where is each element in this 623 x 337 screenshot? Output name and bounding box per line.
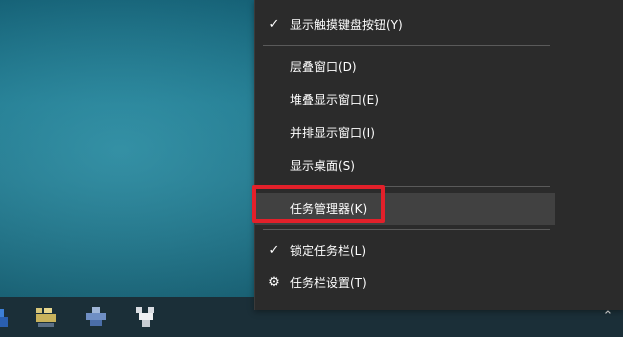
taskbar-app-icon[interactable] [34, 305, 58, 329]
taskbar-app-icon[interactable] [134, 305, 158, 329]
menu-separator [263, 45, 550, 46]
check-icon: ✓ [268, 17, 280, 32]
menu-item-label: 显示桌面(S) [290, 159, 355, 173]
taskbar-app-icon[interactable] [0, 305, 10, 329]
menu-separator [263, 229, 550, 230]
menu-item-label: 任务栏设置(T) [290, 276, 367, 290]
check-icon: ✓ [268, 243, 280, 258]
menu-item-show-desktop[interactable]: 显示桌面(S) [255, 150, 555, 182]
menu-item-lock-taskbar[interactable]: ✓ 锁定任务栏(L) [255, 235, 555, 267]
menu-item-label: 堆叠显示窗口(E) [290, 93, 379, 107]
menu-separator [263, 186, 550, 187]
menu-item-stack-windows[interactable]: 堆叠显示窗口(E) [255, 84, 555, 116]
menu-item-side-by-side-windows[interactable]: 并排显示窗口(I) [255, 117, 555, 149]
menu-item-label: 显示触摸键盘按钮(Y) [290, 18, 403, 32]
taskbar-app-icon[interactable] [84, 305, 108, 329]
taskbar-context-menu: ✓ 显示触摸键盘按钮(Y) 层叠窗口(D) 堆叠显示窗口(E) 并排显示窗口(I… [254, 0, 623, 310]
menu-item-label: 层叠窗口(D) [290, 60, 357, 74]
menu-item-label: 锁定任务栏(L) [290, 244, 367, 258]
menu-item-label: 任务管理器(K) [290, 202, 368, 216]
menu-item-label: 并排显示窗口(I) [290, 126, 375, 140]
menu-item-task-manager[interactable]: 任务管理器(K) [255, 193, 555, 225]
menu-item-cascade-windows[interactable]: 层叠窗口(D) [255, 51, 555, 83]
gear-icon: ⚙ [268, 275, 280, 290]
menu-item-show-touch-keyboard[interactable]: ✓ 显示触摸键盘按钮(Y) [255, 9, 555, 41]
menu-item-taskbar-settings[interactable]: ⚙ 任务栏设置(T) [255, 267, 555, 299]
